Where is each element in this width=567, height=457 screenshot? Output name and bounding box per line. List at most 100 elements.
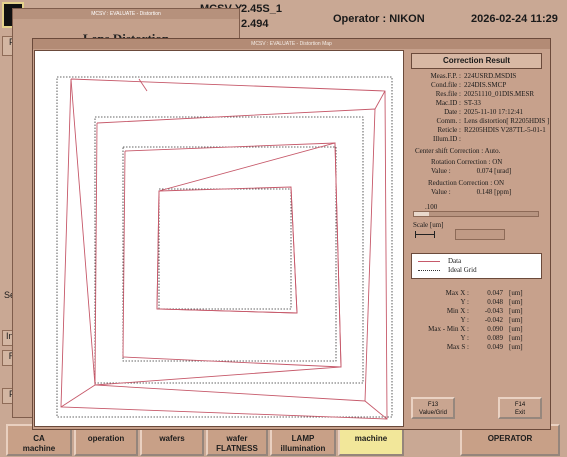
rotation-value-row: Value : 0.074 [urad] (431, 167, 511, 175)
f14-key-label: F14 (514, 402, 526, 408)
ideal-grid-outer (56, 76, 393, 418)
stat-label: Max - Min X : (428, 325, 469, 333)
distortion-map-svg (56, 76, 393, 420)
stat-row: Max S : 0.049 [um] (405, 343, 551, 352)
info-key: Cond.file : (431, 81, 461, 89)
scale-indicator (415, 231, 435, 238)
center-shift-correction: Center shift Correction : Auto. (415, 147, 501, 155)
reduction-value: 0.148 (476, 188, 493, 196)
btn-line2: machine (354, 434, 388, 443)
legend-data-swatch (418, 261, 440, 262)
stat-value: 0.090 (487, 325, 503, 333)
header-param-value-2: 2.494 (241, 18, 269, 30)
info-value: Lens distortion[ R2205HDIS ] (464, 117, 550, 125)
reduction-unit: [ppm] (494, 188, 512, 196)
distortion-map-window: MCSV : EVALUATE - Distortion Map Correct… (32, 38, 551, 430)
data-tick-right (374, 90, 386, 110)
legend-data-label: Data (448, 257, 462, 265)
stat-row: Y : 0.048 [um] (405, 298, 551, 307)
lens-distortion-titlebar: MCSV : EVALUATE - Distortion (13, 9, 239, 19)
stat-value: 0.089 (487, 334, 503, 342)
stat-row: Min X : -0.043 [um] (405, 307, 551, 316)
correction-result-title: Correction Result (411, 53, 542, 69)
data-tick-bottom-left (60, 384, 96, 408)
info-key: Meas.F.P. : (430, 72, 461, 80)
info-value: 2025-11-10 17:12:41 (464, 108, 524, 116)
stat-label: Max S : (446, 343, 469, 351)
operator-label: Operator : NIKON (333, 13, 425, 25)
info-value: ST-33 (464, 99, 481, 107)
ideal-grid-ring-2 (94, 116, 364, 384)
stat-label: Min X : (446, 307, 469, 315)
data-grid-inner (156, 186, 298, 314)
rotation-value-label: Value : (431, 167, 451, 175)
rotation-unit: [urad] (494, 167, 512, 175)
stat-unit: [um] (509, 298, 523, 306)
scale-label: Scale [um] (413, 221, 444, 229)
stat-unit: [um] (509, 343, 523, 351)
btn-line2: operation (87, 434, 125, 443)
reduction-value-label: Value : (431, 188, 451, 196)
btn-line2: FLATNESS (216, 444, 258, 453)
datetime-label: 2026-02-24 11:29 (471, 13, 558, 25)
stat-row: Y : -0.042 [um] (405, 316, 551, 325)
scale-slider[interactable] (413, 211, 539, 217)
stat-row: Y : 0.089 [um] (405, 334, 551, 343)
btn-line1: LAMP (291, 434, 315, 443)
scale-slider-fill (414, 212, 429, 216)
info-row-cond-file: Cond.file :224DIS.SMCP (411, 81, 506, 89)
legend-ideal-swatch (418, 270, 440, 271)
info-value: 224USRD.MSDIS (464, 72, 517, 80)
stat-unit: [um] (509, 316, 523, 324)
f13-key-label: F13 (427, 402, 439, 408)
ideal-grid-ring-3 (122, 146, 337, 362)
btn-line2: illumination (280, 444, 326, 453)
reduction-correction: Reduction Correction : ON (428, 179, 505, 187)
info-value: 20251110_01DIS.MESR (464, 90, 535, 98)
f13-value-grid-button[interactable]: F13 Value/Grid (411, 397, 455, 419)
info-row-illum-id: Illum.ID : (411, 135, 464, 143)
f14-action-label: Exit (514, 410, 525, 416)
stat-label: Y : (460, 298, 470, 306)
scale-slider-value: .100 (425, 203, 438, 211)
rotation-value: 0.074 (476, 167, 493, 175)
data-grid-ring-3 (122, 142, 342, 368)
stat-unit: [um] (509, 334, 523, 342)
stat-value: 0.048 (487, 298, 503, 306)
stat-value: -0.043 (484, 307, 503, 315)
data-tick-bottom-right (364, 400, 388, 420)
data-tick-top (138, 78, 148, 92)
btn-line2: machine (22, 444, 56, 453)
data-grid-spiral (70, 78, 342, 386)
stat-row: Max X : 0.047 [um] (405, 289, 551, 298)
stat-row: Max - Min X : 0.090 [um] (405, 325, 551, 334)
stat-label: Max X : (445, 289, 469, 297)
rotation-correction: Rotation Correction : ON (431, 158, 503, 166)
ideal-grid-inner (158, 188, 292, 310)
stat-label: Y : (460, 316, 470, 324)
info-key: Illum.ID : (433, 135, 461, 143)
f14-exit-button[interactable]: F14 Exit (498, 397, 542, 419)
info-value: 224DIS.SMCP (464, 81, 507, 89)
header-param-value: 2.45S_1 (241, 3, 282, 15)
distortion-map-titlebar[interactable]: MCSV : EVALUATE - Distortion Map (33, 39, 550, 49)
scale-input[interactable] (455, 229, 505, 240)
reduction-value-row: Value : 0.148 [ppm] (431, 188, 511, 196)
legend-ideal-label: Ideal Grid (448, 266, 477, 274)
info-key: Res.file : (435, 90, 461, 98)
stat-unit: [um] (509, 307, 523, 315)
info-row-reticle: Reticle : R2205HDIS V287TL-5-01-1 (411, 126, 545, 134)
stat-value: 0.049 (487, 343, 503, 351)
info-key: Date : (444, 108, 461, 116)
info-row-mac-id: Mac.ID : ST-33 (411, 99, 481, 107)
btn-line2: wafers (159, 434, 185, 443)
info-key: Mac.ID : (435, 99, 461, 107)
stat-label: Y : (460, 334, 470, 342)
info-key: Comm. : (436, 117, 461, 125)
btn-line1: CA (33, 434, 45, 443)
btn-line1: wafer (226, 434, 248, 443)
stat-value: 0.047 (487, 289, 503, 297)
legend: Data Ideal Grid (411, 253, 542, 279)
info-row-date: Date :2025-11-10 17:12:41 (411, 108, 523, 116)
stat-value: -0.042 (484, 316, 503, 324)
